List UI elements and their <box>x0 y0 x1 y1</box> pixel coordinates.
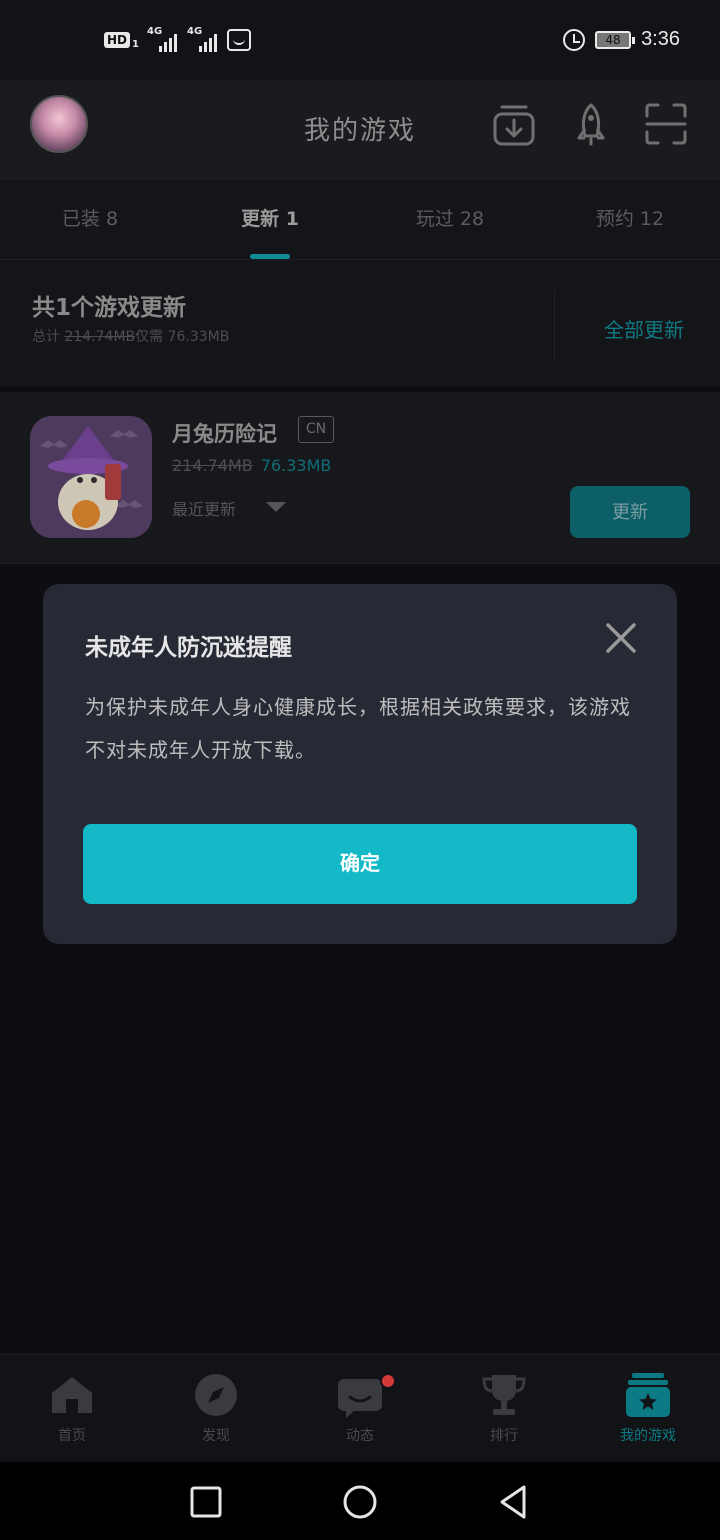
battery-indicator: 48 <box>595 30 636 49</box>
confirm-button[interactable]: 确定 <box>83 824 637 904</box>
compass-icon <box>195 1374 237 1416</box>
game-new-size: 76.33MB <box>260 456 332 475</box>
notification-dot <box>380 1373 396 1389</box>
nav-feed[interactable]: 动态 <box>288 1355 432 1462</box>
sim-indicator: 1 <box>132 38 139 50</box>
nav-home[interactable]: 首页 <box>0 1355 144 1462</box>
total-label: 总计 <box>32 329 60 345</box>
rocket-icon[interactable] <box>569 102 613 146</box>
bottom-nav: 首页 发现 动态 排行 我的游戏 <box>0 1354 720 1462</box>
dialog-message: 为保护未成年人身心健康成长，根据相关政策要求，该游戏不对未成年人开放下载。 <box>85 695 631 762</box>
signal-icon-2: 4G <box>187 26 219 52</box>
nav-home-label: 首页 <box>58 1428 86 1444</box>
close-icon[interactable] <box>603 620 639 656</box>
tab-played[interactable]: 玩过 28 <box>360 180 540 259</box>
alarm-icon <box>563 28 586 51</box>
back-icon[interactable] <box>494 1482 534 1522</box>
nav-my-games[interactable]: 我的游戏 <box>576 1355 720 1462</box>
dialog-title: 未成年人防沉迷提醒 <box>85 635 292 661</box>
nav-discover[interactable]: 发现 <box>144 1355 288 1462</box>
summary-title: 共1个游戏更新 <box>32 295 187 321</box>
tab-installed[interactable]: 已装 8 <box>0 180 180 259</box>
trophy-icon <box>482 1375 526 1415</box>
game-size: 214.74MB 76.33MB <box>172 456 331 475</box>
nav-feed-label: 动态 <box>346 1428 374 1444</box>
nav-my-games-label: 我的游戏 <box>620 1428 676 1444</box>
update-all-button[interactable]: 全部更新 <box>604 314 684 343</box>
nav-ranking-label: 排行 <box>490 1428 518 1444</box>
nav-discover-label: 发现 <box>202 1428 230 1444</box>
my-games-icon <box>626 1373 670 1417</box>
region-badge: CN <box>298 416 334 443</box>
store-notification-icon <box>226 29 251 51</box>
anti-addiction-dialog: 未成年人防沉迷提醒 为保护未成年人身心健康成长，根据相关政策要求，该游戏不对未成… <box>43 584 677 944</box>
tab-bar: 已装 8 更新 1 玩过 28 预约 12 <box>0 180 720 260</box>
status-right: 48 3:36 <box>563 28 680 51</box>
hd-badge: HD <box>104 32 131 48</box>
chat-icon <box>338 1379 382 1418</box>
app-header: 我的游戏 <box>0 80 720 180</box>
game-icon[interactable] <box>30 416 152 538</box>
status-bar: HD 1 4G 4G 48 3:36 <box>0 0 720 80</box>
download-icon[interactable] <box>492 102 536 146</box>
total-old-size: 214.74MB <box>64 329 136 345</box>
update-button[interactable]: 更新 <box>570 486 690 538</box>
nav-ranking[interactable]: 排行 <box>432 1355 576 1462</box>
chevron-down-icon[interactable] <box>266 502 286 512</box>
status-left: HD 1 4G 4G <box>104 26 251 52</box>
total-new-size: 76.33MB <box>167 329 230 345</box>
game-list-item[interactable]: 月兔历险记 CN 214.74MB 76.33MB 最近更新 更新 <box>0 392 720 564</box>
recent-update-label[interactable]: 最近更新 <box>172 496 236 520</box>
divider <box>554 290 555 360</box>
tab-updates[interactable]: 更新 1 <box>180 180 360 259</box>
game-name[interactable]: 月兔历险记 <box>172 418 277 448</box>
game-old-size: 214.74MB <box>172 456 253 475</box>
summary-size: 总计 214.74MB仅需 76.33MB <box>32 326 229 346</box>
update-summary: 共1个游戏更新 总计 214.74MB仅需 76.33MB 全部更新 <box>0 260 720 386</box>
clock: 3:36 <box>641 28 680 50</box>
recent-apps-icon[interactable] <box>186 1482 226 1522</box>
system-nav-bar <box>0 1462 720 1540</box>
scan-icon[interactable] <box>644 102 688 146</box>
home-icon <box>52 1377 92 1413</box>
signal-icon: 4G <box>147 26 179 52</box>
only-need-label: 仅需 <box>135 329 164 345</box>
tab-reserved[interactable]: 预约 12 <box>540 180 720 259</box>
home-button-icon[interactable] <box>340 1482 380 1522</box>
